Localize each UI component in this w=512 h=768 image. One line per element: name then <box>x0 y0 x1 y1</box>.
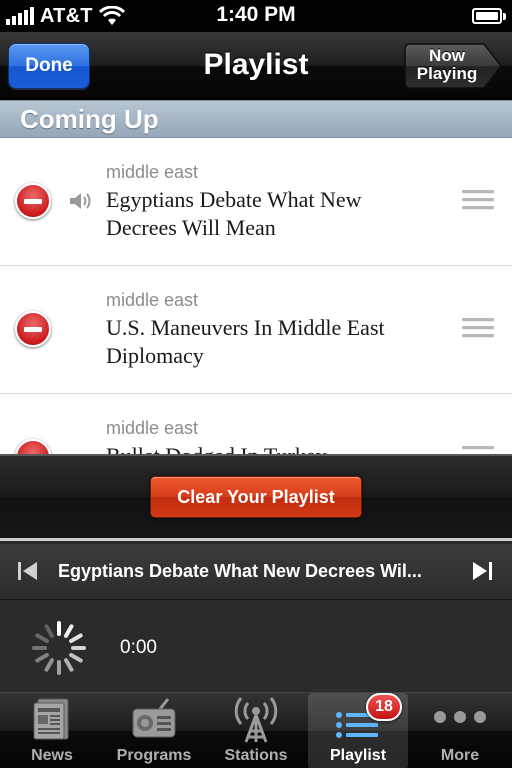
section-header: Coming Up <box>0 100 512 138</box>
current-track-title: Egyptians Debate What New Decrees Wil... <box>58 561 422 581</box>
item-category: middle east <box>106 162 199 182</box>
list-item[interactable]: middle east Bullet Dodged In Turkey <box>0 394 512 454</box>
newspaper-icon <box>33 698 69 740</box>
elapsed-time: 0:00 <box>120 637 157 658</box>
item-category: middle east <box>106 290 199 310</box>
loading-spinner-icon <box>32 621 86 675</box>
playlist-list: middle east Egyptians Debate What New De… <box>0 138 512 454</box>
radio-icon <box>132 698 176 738</box>
now-playing-label-line2: Playing <box>416 64 478 83</box>
tab-label: Programs <box>116 747 192 764</box>
item-title: Egyptians Debate What New Decrees Will M… <box>106 187 362 240</box>
tab-label: More <box>440 747 480 764</box>
next-track-icon[interactable] <box>470 559 494 583</box>
item-category: middle east <box>106 418 199 438</box>
now-playing-button[interactable]: Now Playing <box>404 43 502 89</box>
now-playing-label: Now Playing <box>404 47 490 83</box>
tab-label: Stations <box>224 747 288 764</box>
clear-playlist-button[interactable]: Clear Your Playlist <box>150 476 362 518</box>
speaker-icon <box>70 193 91 209</box>
delete-button[interactable] <box>15 439 51 454</box>
section-title: Coming Up <box>20 104 159 134</box>
mini-player: Egyptians Debate What New Decrees Wil...… <box>0 538 512 692</box>
reorder-handle-icon[interactable] <box>462 446 494 454</box>
navigation-bar: Done Playlist Now Playing <box>0 32 512 100</box>
antenna-icon <box>234 697 278 743</box>
tab-programs[interactable]: Programs <box>104 693 204 768</box>
reorder-handle-icon[interactable] <box>462 190 494 214</box>
clear-playlist-bar: Clear Your Playlist <box>0 454 512 538</box>
now-playing-label-line1: Now <box>429 46 465 65</box>
delete-button[interactable] <box>15 183 51 219</box>
tab-label: News <box>31 747 73 764</box>
more-icon <box>434 711 486 723</box>
status-time: 1:40 PM <box>216 3 296 26</box>
item-title: U.S. Maneuvers In Middle East Diplomacy <box>106 315 385 368</box>
list-item[interactable]: middle east Egyptians Debate What New De… <box>0 138 512 266</box>
battery-icon <box>472 8 506 24</box>
tab-playlist[interactable]: 18 Playlist <box>308 693 408 768</box>
playlist-count-badge: 18 <box>366 693 402 721</box>
tab-label: Playlist <box>329 747 387 764</box>
status-bar: AT&T 1:40 PM <box>0 0 512 32</box>
tab-news[interactable]: News <box>2 693 102 768</box>
delete-button[interactable] <box>15 311 51 347</box>
tab-more[interactable]: More <box>410 693 510 768</box>
player-track-row: Egyptians Debate What New Decrees Wil... <box>0 544 512 600</box>
previous-track-icon[interactable] <box>16 559 40 583</box>
tab-stations[interactable]: Stations <box>206 693 306 768</box>
item-title: Bullet Dodged In Turkey <box>106 442 436 454</box>
list-item[interactable]: middle east U.S. Maneuvers In Middle Eas… <box>0 266 512 394</box>
reorder-handle-icon[interactable] <box>462 318 494 342</box>
tab-bar: News Programs Stations 18 Playlist More <box>0 692 512 768</box>
